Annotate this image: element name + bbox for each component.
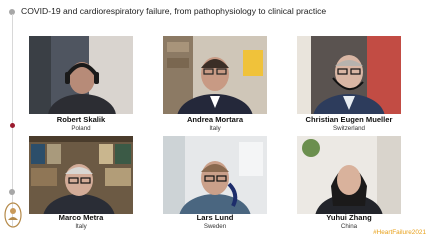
caption-marco-metra: Marco Metra Italy: [29, 213, 133, 230]
participant-country: Italy: [209, 125, 221, 132]
video-feed: [29, 36, 133, 114]
session-title: COVID-19 and cardiorespiratory failure, …: [21, 6, 327, 16]
video-feed: [29, 136, 133, 214]
caption-andrea-mortara: Andrea Mortara Italy: [163, 115, 267, 132]
caption-lars-lund: Lars Lund Sweden: [163, 213, 267, 230]
video-tile-christian-eugen-mueller[interactable]: [297, 36, 401, 114]
participant-country: Italy: [75, 223, 87, 230]
participant-country: Switzerland: [333, 125, 365, 132]
participant-country: Sweden: [203, 223, 227, 230]
event-hashtag: #HeartFailure2021: [373, 229, 426, 236]
video-feed: [163, 36, 267, 114]
video-feed: [163, 136, 267, 214]
participant-country: Poland: [71, 125, 91, 132]
caption-robert-skalik: Robert Skalik Poland: [29, 115, 133, 132]
participant-name: Robert Skalik: [56, 115, 106, 124]
participant-name: Marco Metra: [58, 213, 104, 222]
timeline-dot-icon: [9, 189, 15, 195]
timeline-current-marker-icon: [10, 123, 15, 128]
participant-name: Andrea Mortara: [186, 115, 244, 124]
video-tile-yuhui-zhang[interactable]: [297, 136, 401, 214]
video-tile-marco-metra[interactable]: [29, 136, 133, 214]
video-tile-andrea-mortara[interactable]: [163, 36, 267, 114]
caption-yuhui-zhang: Yuhui Zhang China: [297, 213, 401, 230]
video-feed: [297, 136, 401, 214]
video-tile-robert-skalik[interactable]: [29, 36, 133, 114]
video-tile-lars-lund[interactable]: [163, 136, 267, 214]
caption-christian-eugen-mueller: Christian Eugen Mueller Switzerland: [297, 115, 401, 132]
participant-name: Yuhui Zhang: [326, 213, 372, 222]
title-bar: COVID-19 and cardiorespiratory failure, …: [0, 0, 430, 24]
participant-name: Lars Lund: [196, 213, 234, 222]
heraldic-seal-icon: [4, 202, 22, 228]
participant-name: Christian Eugen Mueller: [305, 115, 393, 124]
video-feed: [297, 36, 401, 114]
